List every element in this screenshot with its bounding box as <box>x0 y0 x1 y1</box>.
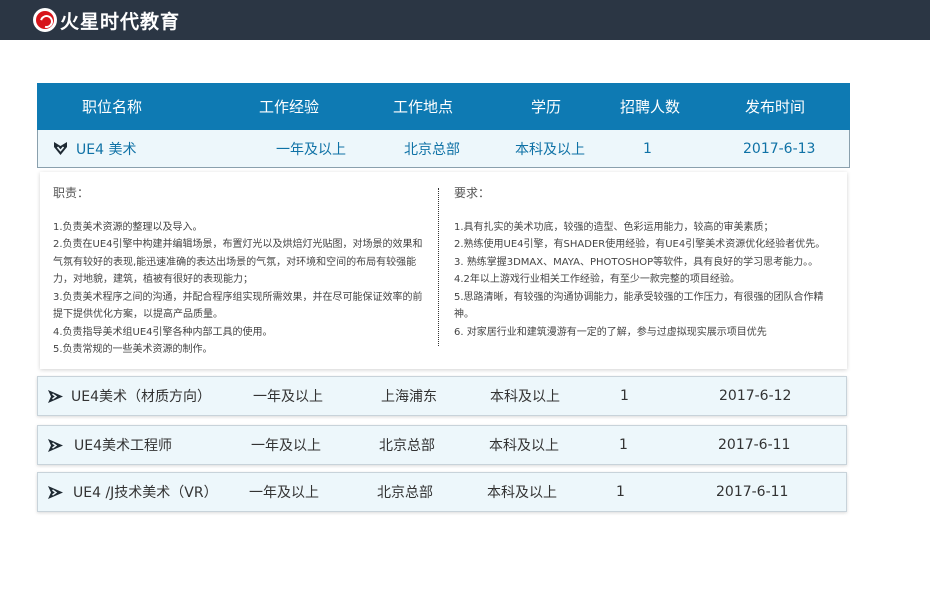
arrow-right-icon <box>48 486 63 499</box>
job-count: 1 <box>620 388 629 404</box>
job-title: UE4美术（材质方向） <box>71 389 211 405</box>
requirements-section: 要求： 1.具有扎实的美术功底，较强的造型、色彩运用能力，较高的审美素质； 2.… <box>454 185 834 341</box>
job-date: 2017-6-12 <box>719 388 792 404</box>
job-education: 本科及以上 <box>489 438 559 454</box>
job-title: UE4 美术 <box>76 141 137 158</box>
duty-line: 1.负责美术资源的整理以及导入。 <box>53 221 203 233</box>
duty-line: 5.负责常规的一些美术资源的制作。 <box>53 344 213 355</box>
duty-line: 力，对地貌，建筑，植被有很好的表现能力； <box>53 274 253 285</box>
duties-title: 职责： <box>53 186 90 200</box>
duty-line: 3.负责美术程序之间的沟通，并配合程序组实现所需效果，并在尽可能保证效率的前 <box>53 291 423 303</box>
job-date: 2017-6-13 <box>743 140 816 157</box>
requirement-line: 5.思路清晰，有较强的沟通协调能力，能承受较强的工作压力，有很强的团队合作精 <box>454 291 824 303</box>
job-education: 本科及以上 <box>515 141 585 158</box>
job-experience: 一年及以上 <box>251 438 321 454</box>
job-row[interactable]: UE4美术工程师 一年及以上 北京总部 本科及以上 1 2017-6-11 <box>37 425 847 465</box>
job-location: 上海浦东 <box>381 389 437 405</box>
job-row[interactable]: UE4美术（材质方向） 一年及以上 上海浦东 本科及以上 1 2017-6-12 <box>37 376 847 416</box>
requirement-line: 神。 <box>454 309 474 320</box>
requirement-line: 2.熟练使用UE4引擎，有SHADER使用经验，有UE4引擎美术资源优化经验者优… <box>454 239 826 250</box>
requirement-line: 1.具有扎实的美术功底，较强的造型、色彩运用能力，较高的审美素质； <box>454 221 774 233</box>
job-education: 本科及以上 <box>490 389 560 405</box>
job-row-expanded[interactable]: UE4 美术 一年及以上 北京总部 本科及以上 1 2017-6-13 <box>37 130 850 168</box>
duty-line: 提下提供优化方案，以提高产品质量。 <box>53 309 223 320</box>
job-table-header: 职位名称 工作经验 工作地点 学历 招聘人数 发布时间 <box>37 83 850 130</box>
job-experience: 一年及以上 <box>253 389 323 405</box>
job-detail-panel: 职责： 1.负责美术资源的整理以及导入。 2.负责在UE4引擎中构建并编辑场景，… <box>40 172 847 369</box>
header-location: 工作地点 <box>393 98 454 116</box>
header-count: 招聘人数 <box>620 98 681 116</box>
job-experience: 一年及以上 <box>276 141 346 158</box>
job-count: 1 <box>616 484 625 500</box>
header-experience: 工作经验 <box>259 98 320 116</box>
job-title: UE4 /J技术美术（VR） <box>73 485 218 501</box>
job-title: UE4美术工程师 <box>74 438 172 454</box>
job-date: 2017-6-11 <box>718 437 791 453</box>
requirement-line: 6. 对家居行业和建筑漫游有一定的了解，参与过虚拟现实展示项目优先 <box>454 326 767 338</box>
brand-logo[interactable]: 火星时代教育 <box>33 7 180 33</box>
brand-logo-icon <box>33 8 57 32</box>
header-education: 学历 <box>531 98 562 116</box>
arrow-right-icon <box>48 390 63 403</box>
header-date: 发布时间 <box>745 98 806 116</box>
job-count: 1 <box>643 140 652 157</box>
requirement-line: 4.2年以上游戏行业相关工作经验，有至少一款完整的项目经验。 <box>454 274 740 285</box>
requirement-line: 3. 熟练掌握3DMAX、MAYA、PHOTOSHOP等软件，具有良好的学习思考… <box>454 256 819 268</box>
top-bar: 火星时代教育 <box>0 0 930 40</box>
job-experience: 一年及以上 <box>249 485 319 501</box>
duty-line: 2.负责在UE4引擎中构建并编辑场景，布置灯光以及烘焙灯光贴图，对场景的效果和 <box>53 239 423 250</box>
chevron-down-icon <box>54 142 67 155</box>
job-date: 2017-6-11 <box>716 484 789 500</box>
header-title: 职位名称 <box>82 98 143 116</box>
detail-divider <box>438 188 439 346</box>
job-count: 1 <box>619 437 628 453</box>
duty-line: 气氛有较好的表现,能迅速准确的表达出场景的气氛，对环境和空间的布局有较强能 <box>53 256 417 268</box>
job-location: 北京总部 <box>379 438 435 454</box>
job-location: 北京总部 <box>377 485 433 501</box>
arrow-right-icon <box>48 439 63 452</box>
duties-section: 职责： 1.负责美术资源的整理以及导入。 2.负责在UE4引擎中构建并编辑场景，… <box>53 185 433 359</box>
job-location: 北京总部 <box>404 141 460 158</box>
requirements-title: 要求： <box>454 186 491 200</box>
job-education: 本科及以上 <box>487 485 557 501</box>
brand-name: 火星时代教育 <box>60 10 181 33</box>
job-row[interactable]: UE4 /J技术美术（VR） 一年及以上 北京总部 本科及以上 1 2017-6… <box>37 472 847 512</box>
duty-line: 4.负责指导美术组UE4引擎各种内部工具的使用。 <box>53 326 273 338</box>
